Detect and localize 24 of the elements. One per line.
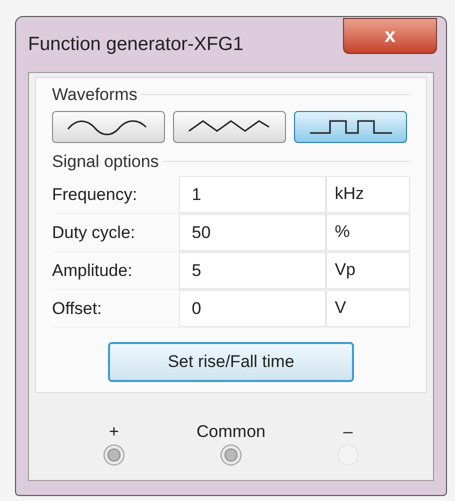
terminal-label: Common (196, 423, 266, 440)
value-field[interactable]: 0 (178, 290, 326, 327)
terminal-icon[interactable] (220, 444, 242, 466)
value-field[interactable]: 5 (178, 252, 326, 289)
square-wave-button[interactable] (294, 110, 407, 142)
terminal-label: + (109, 423, 119, 440)
terminal-label: – (343, 423, 353, 440)
window-title: Function generator-XFG1 (28, 33, 244, 58)
value-field[interactable]: 1 (178, 176, 326, 213)
field-label: Duty cycle: (52, 222, 136, 244)
group-label: Signal options (52, 150, 159, 172)
unit-field[interactable]: % (326, 214, 410, 251)
field-label: Offset: (52, 298, 103, 320)
field-label: Amplitude: (52, 260, 134, 282)
field-label: Frequency: (52, 184, 138, 206)
terminal-icon[interactable] (103, 444, 125, 466)
unit-field[interactable]: kHz (326, 176, 410, 213)
group-label: Waveforms (52, 84, 138, 106)
unit-field[interactable]: V (326, 290, 410, 327)
set-rise-fall-time-button[interactable]: Set rise/Fall time (108, 342, 354, 382)
value-field[interactable]: 50 (178, 214, 326, 251)
sine-wave-button[interactable] (52, 110, 165, 142)
triangle-wave-button[interactable] (173, 110, 286, 142)
unit-field[interactable]: Vp (326, 252, 410, 289)
